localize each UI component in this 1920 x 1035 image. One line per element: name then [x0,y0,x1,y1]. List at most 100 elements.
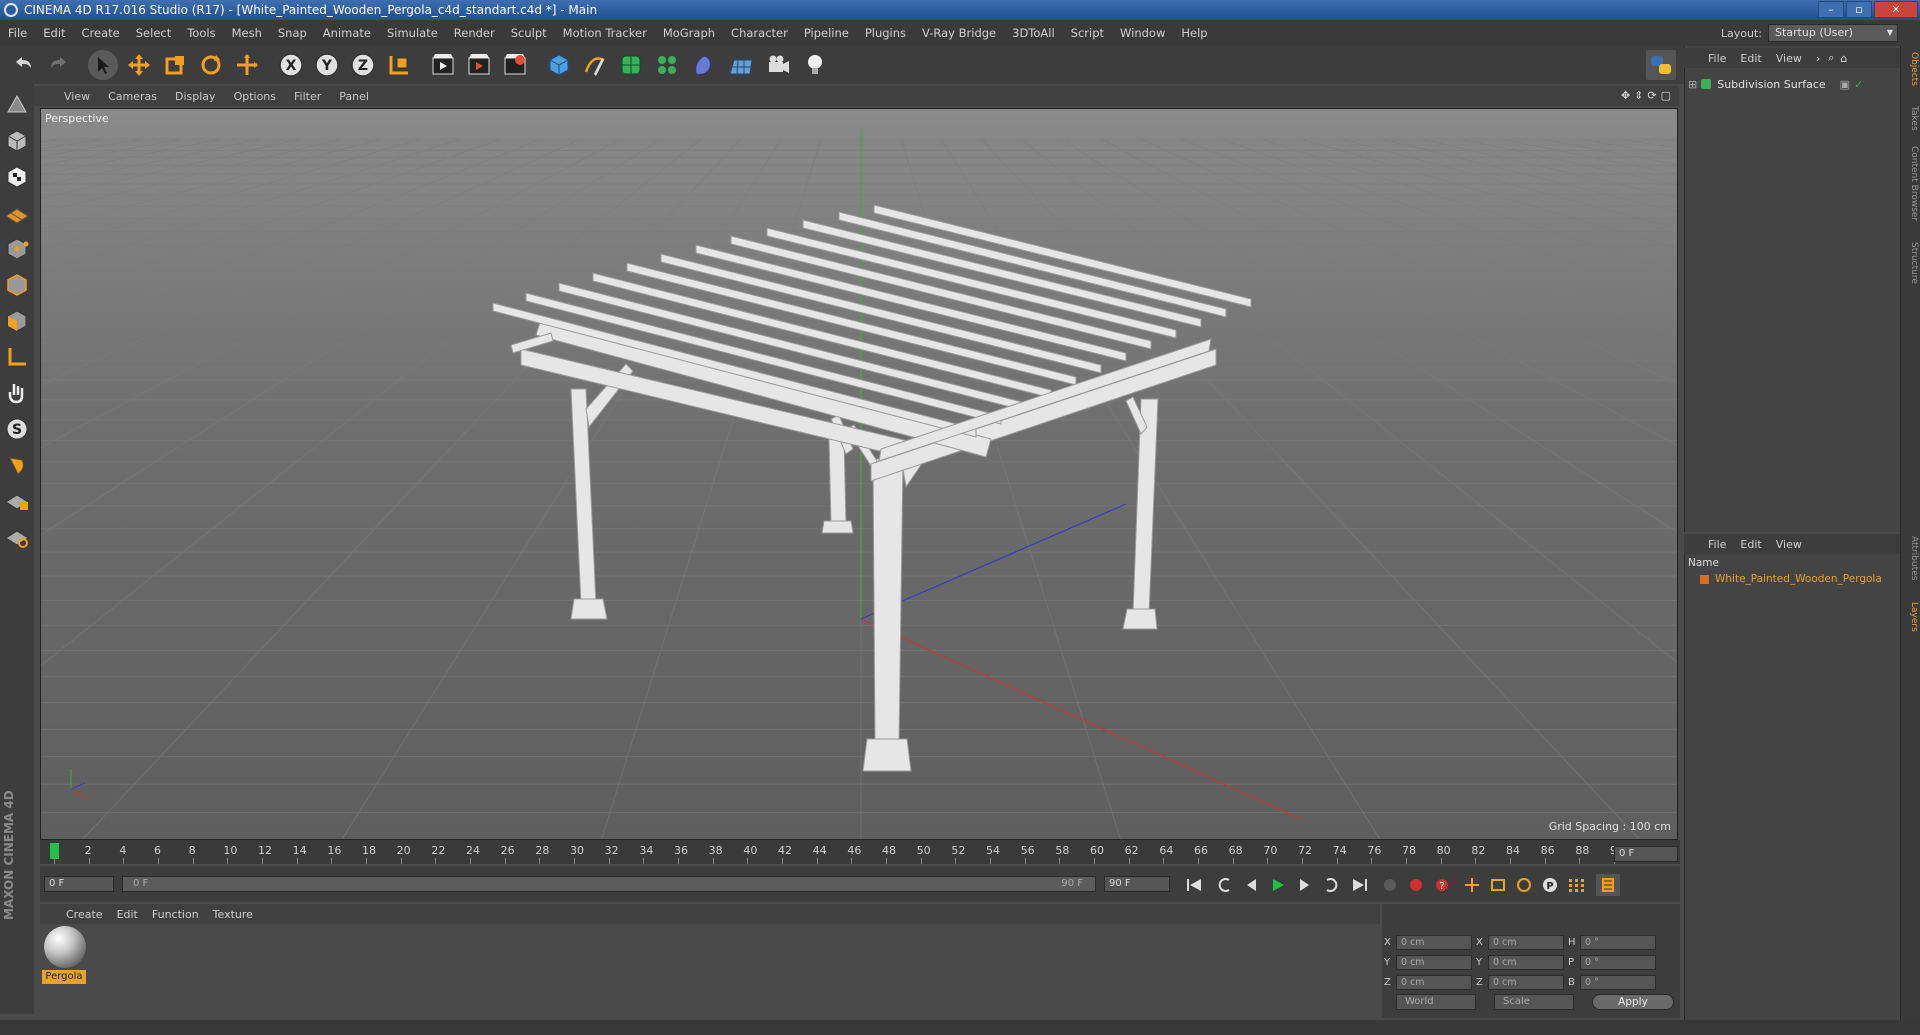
menu-simulate[interactable]: Simulate [379,26,446,40]
cube-object-icon[interactable] [544,50,574,80]
object-menu-file[interactable]: File [1708,52,1726,65]
menu-motion-tracker[interactable]: Motion Tracker [555,26,655,40]
menu-character[interactable]: Character [723,26,796,40]
position-y-field[interactable]: 0 cm [1396,954,1472,970]
workplane-mode-icon[interactable] [2,198,32,228]
layer-menu-file[interactable]: File [1708,538,1726,551]
tab-layers[interactable]: Layers [1903,602,1919,632]
object-search-icon[interactable]: ⌕ [1828,51,1834,65]
tweak-mode-icon[interactable] [2,378,32,408]
timeline-ruler[interactable]: 0246810121416182022242628303234363840424… [40,840,1680,864]
material-menu-function[interactable]: Function [152,908,199,921]
next-frame-icon[interactable] [1292,874,1316,896]
material-menu-edit[interactable]: Edit [117,908,138,921]
coordinate-mode-dropdown[interactable]: Scale [1494,994,1574,1010]
viewport-dolly-icon[interactable]: ⇕ [1634,89,1643,102]
menu-render[interactable]: Render [446,26,503,40]
polygons-mode-icon[interactable] [2,306,32,336]
maximize-button[interactable]: ▫ [1846,1,1872,18]
light-icon[interactable] [800,50,830,80]
move-tool-icon[interactable] [124,50,154,80]
texture-mode-icon[interactable] [2,162,32,192]
menu-3dtoall[interactable]: 3DToAll [1004,26,1063,40]
layer-menu-view[interactable]: View [1776,538,1802,551]
menu-window[interactable]: Window [1112,26,1173,40]
render-picture-viewer-icon[interactable] [464,50,494,80]
snap-icon[interactable]: S [2,414,32,444]
apply-button[interactable]: Apply [1592,994,1674,1010]
tab-takes[interactable]: Takes [1903,106,1919,131]
model-mode-icon[interactable] [2,126,32,156]
rotation-h-field[interactable]: 0 ° [1580,934,1656,950]
menu-vray-bridge[interactable]: V-Ray Bridge [914,26,1004,40]
z-axis-icon[interactable]: Z [348,50,378,80]
render-settings-icon[interactable] [500,50,530,80]
material-name-label[interactable]: Pergola [42,970,86,984]
menu-plugins[interactable]: Plugins [857,26,914,40]
timeline-playhead[interactable] [50,843,59,859]
timeline-window-icon[interactable] [1596,874,1620,896]
transform-tool-icon[interactable] [232,50,262,80]
layer-row[interactable]: White_Painted_Wooden_Pergola [1700,573,1882,585]
menu-create[interactable]: Create [74,26,128,40]
menu-pipeline[interactable]: Pipeline [796,26,857,40]
viewport-menu-panel[interactable]: Panel [339,90,369,103]
redo-icon[interactable] [44,50,74,80]
axis-mode-icon[interactable] [2,342,32,372]
object-edit-check-icon[interactable]: ▣ [1840,78,1850,91]
rotation-key-icon[interactable] [1512,874,1536,896]
position-x-field[interactable]: 0 cm [1396,934,1472,950]
minimize-button[interactable]: – [1818,1,1844,18]
object-menu-view[interactable]: View [1776,52,1802,65]
subdivision-surface-icon[interactable] [616,50,646,80]
viewport-pan-icon[interactable]: ✥ [1621,89,1630,102]
viewport-maximize-icon[interactable]: ▢ [1661,89,1671,102]
keyframe-selection-icon[interactable]: ? [1430,874,1454,896]
current-frame-field[interactable]: 0 F [44,876,114,892]
object-menu-more-icon[interactable]: › [1816,52,1820,65]
deformer-icon[interactable] [688,50,718,80]
scale-z-field[interactable]: 0 cm [1488,974,1564,990]
preview-range-slider[interactable]: 0 F 90 F [122,876,1096,892]
object-name[interactable]: Subdivision Surface [1717,78,1825,91]
y-axis-icon[interactable]: Y [312,50,342,80]
object-home-icon[interactable]: ⌂ [1840,52,1847,65]
workplane-rotate-icon[interactable] [2,522,32,552]
menu-script[interactable]: Script [1063,26,1112,40]
position-z-field[interactable]: 0 cm [1396,974,1472,990]
tab-content-browser[interactable]: Content Browser [1903,146,1919,221]
x-axis-icon[interactable]: X [276,50,306,80]
viewport-menu-filter[interactable]: Filter [294,90,321,103]
python-script-icon[interactable] [1646,50,1676,80]
rotate-tool-icon[interactable] [196,50,226,80]
menu-mograph[interactable]: MoGraph [655,26,723,40]
scale-y-field[interactable]: 0 cm [1488,954,1564,970]
scale-tool-icon[interactable] [160,50,190,80]
rotation-p-field[interactable]: 0 ° [1580,954,1656,970]
menu-file[interactable]: File [0,26,35,40]
tab-attributes[interactable]: Attributes [1903,536,1919,580]
floor-object-icon[interactable] [724,50,758,80]
timeline-frame-field[interactable]: 0 F [1614,846,1678,862]
layout-select[interactable]: Startup (User) [1768,24,1898,42]
menu-sculpt[interactable]: Sculpt [503,26,555,40]
object-enabled-check-icon[interactable]: ✓ [1854,78,1863,91]
pen-spline-icon[interactable] [580,50,610,80]
menu-edit[interactable]: Edit [35,26,73,40]
next-key-icon[interactable] [1318,874,1342,896]
viewport-menu-view[interactable]: View [64,90,90,103]
expand-icon[interactable]: ⊞ [1688,78,1697,91]
parameter-key-icon[interactable]: P [1538,874,1562,896]
max-frame-field[interactable]: 90 F [1104,876,1170,892]
menu-snap[interactable]: Snap [270,26,315,40]
tab-structure[interactable]: Structure [1903,242,1919,284]
object-menu-edit[interactable]: Edit [1740,52,1761,65]
material-preview-swatch[interactable] [44,926,86,968]
scale-x-field[interactable]: 0 cm [1488,934,1564,950]
workplane-lock-icon[interactable] [2,486,32,516]
undo-icon[interactable] [8,50,38,80]
make-editable-icon[interactable] [2,90,32,120]
go-to-end-icon[interactable] [1348,874,1372,896]
object-row-subdivision-surface[interactable]: ⊞ Subdivision Surface ▣ ✓ [1688,76,1863,92]
viewport-menu-options[interactable]: Options [234,90,276,103]
